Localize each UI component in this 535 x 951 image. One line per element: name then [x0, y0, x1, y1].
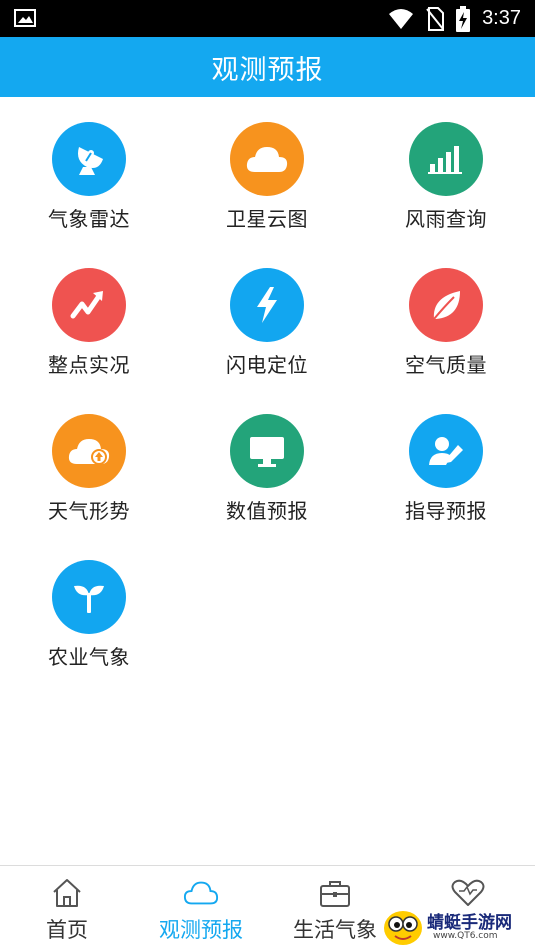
battery-charging-icon: [456, 5, 471, 32]
grid-item-numerical[interactable]: 数值预报: [178, 389, 356, 535]
leaf-icon: [409, 268, 483, 342]
bar-chart-icon: [409, 122, 483, 196]
grid-item-label: 空气质量: [405, 353, 487, 377]
grid-item-label: 气象雷达: [48, 207, 130, 231]
tab-observation-forecast[interactable]: 观测预报: [134, 866, 268, 951]
image-icon: [14, 9, 36, 27]
tab-label: 生活气象: [293, 918, 377, 942]
tab-label: 首页: [46, 918, 88, 942]
monitor-icon: [230, 414, 304, 488]
lightning-icon: [230, 268, 304, 342]
grid-item-label: 农业气象: [48, 645, 130, 669]
grid-item-label: 风雨查询: [405, 207, 487, 231]
status-bar: 3:37: [0, 0, 535, 37]
dragonfly-logo-icon: [384, 911, 422, 945]
user-edit-icon: [409, 414, 483, 488]
sprout-icon: [52, 560, 126, 634]
briefcase-icon: [317, 876, 353, 910]
cloud-outline-icon: [183, 876, 219, 910]
watermark-text: 蜻蜓手游网: [427, 913, 512, 933]
cloud-icon: [230, 122, 304, 196]
grid-item-lightning[interactable]: 闪电定位: [178, 243, 356, 389]
grid-item-agriculture[interactable]: 农业气象: [0, 535, 178, 681]
tab-home[interactable]: 首页: [0, 866, 134, 951]
grid-item-guidance[interactable]: 指导预报: [357, 389, 535, 535]
grid-item-label: 数值预报: [226, 499, 308, 523]
grid-item-air-quality[interactable]: 空气质量: [357, 243, 535, 389]
grid-item-hourly[interactable]: 整点实况: [0, 243, 178, 389]
grid-item-label: 卫星云图: [226, 207, 308, 231]
no-sim-icon: [426, 6, 445, 31]
watermark-url: www.QT6.com: [433, 931, 498, 941]
wifi-icon: [389, 8, 414, 29]
watermark: 蜻蜓手游网 www.QT6.com: [381, 905, 531, 949]
tab-label: 观测预报: [159, 918, 243, 942]
page-title: 观测预报: [211, 54, 324, 86]
grid-item-label: 整点实况: [48, 353, 130, 377]
bottom-tab-bar: 首页 观测预报 生活气象 蜻蜓手游网 www.QT6.com: [0, 865, 535, 951]
radar-dish-icon: [52, 122, 126, 196]
cloud-upload-icon: [52, 414, 126, 488]
grid-item-wind-rain[interactable]: 风雨查询: [357, 97, 535, 243]
home-icon: [49, 876, 85, 910]
clock: 3:37: [482, 7, 521, 29]
grid-item-label: 闪电定位: [226, 353, 308, 377]
trend-arrow-icon: [52, 268, 126, 342]
grid-item-synoptic[interactable]: 天气形势: [0, 389, 178, 535]
grid-item-label: 天气形势: [48, 499, 130, 523]
grid-item-satellite[interactable]: 卫星云图: [178, 97, 356, 243]
app-bar: 观测预报: [0, 37, 535, 97]
grid-item-label: 指导预报: [405, 499, 487, 523]
grid-item-radar[interactable]: 气象雷达: [0, 97, 178, 243]
